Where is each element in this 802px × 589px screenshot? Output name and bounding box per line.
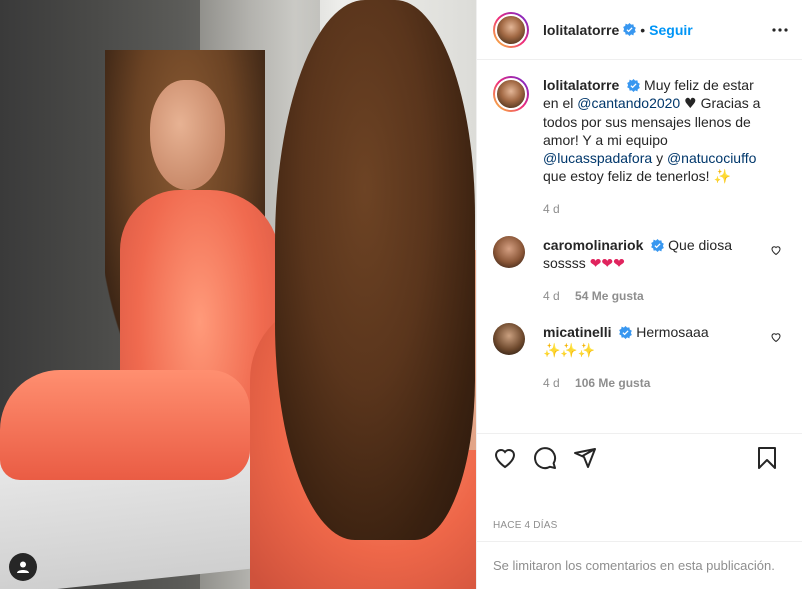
like-comment-icon[interactable]	[770, 331, 782, 343]
caption-avatar[interactable]	[493, 76, 529, 112]
comment-username[interactable]: micatinelli	[543, 324, 611, 340]
comment-time[interactable]: 4 d	[543, 376, 560, 390]
verified-badge-icon	[651, 239, 665, 252]
post-caption: lolitalatorre Muy feliz de estar en el @…	[493, 76, 786, 218]
commenter-avatar[interactable]	[493, 323, 525, 355]
like-comment-icon[interactable]	[770, 244, 782, 256]
caption-meta: 4 d	[543, 200, 773, 218]
heart-icon[interactable]	[493, 446, 517, 470]
more-options-icon[interactable]	[770, 20, 790, 40]
share-icon[interactable]	[573, 446, 597, 470]
hearts-emoji: ❤❤❤	[589, 256, 625, 272]
post-time-ago[interactable]: HACE 4 DÍAS	[493, 520, 557, 531]
separator-dot: •	[640, 21, 646, 38]
sparkles-emoji: ✨	[713, 169, 731, 185]
photo-face	[150, 80, 225, 190]
user-tag-icon[interactable]	[9, 553, 37, 581]
author-avatar[interactable]	[493, 11, 529, 48]
verified-badge-icon	[623, 23, 637, 36]
caption-username[interactable]: lolitalatorre	[543, 77, 619, 93]
comment-username[interactable]: caromolinariok	[543, 237, 643, 253]
follow-button[interactable]: Seguir	[649, 22, 693, 38]
verified-badge-icon	[627, 79, 640, 92]
comment-meta: 4 d 54 Me gusta	[543, 287, 773, 305]
comment-item: micatinelli Hermosaaa ✨✨✨ 4 d 106 Me gus…	[493, 323, 786, 392]
sparkles-emoji-row: ✨✨✨	[543, 343, 596, 359]
comment-likes[interactable]: 54 Me gusta	[575, 289, 644, 303]
photo-legs	[0, 370, 250, 480]
post-header: lolitalatorre • Seguir	[477, 0, 802, 60]
mention-link[interactable]: @cantando2020	[577, 95, 680, 111]
caption-text-3: y	[656, 150, 664, 166]
mention-link[interactable]: @lucasspadafora	[543, 150, 652, 166]
comment-icon[interactable]	[533, 446, 557, 470]
comment-likes[interactable]: 106 Me gusta	[575, 376, 650, 390]
comment-meta: 4 d 106 Me gusta	[543, 374, 773, 392]
comments-list[interactable]: lolitalatorre Muy feliz de estar en el @…	[477, 60, 802, 432]
author-username[interactable]: lolitalatorre	[543, 22, 619, 38]
comment-time[interactable]: 4 d	[543, 289, 560, 303]
mention-link[interactable]: @natucociuffo	[667, 150, 756, 166]
post-side-panel: lolitalatorre • Seguir lolitalatorre Muy…	[476, 0, 802, 589]
photo-hair	[275, 0, 475, 540]
heart-emoji: ♥	[684, 96, 697, 112]
comments-limited-notice: Se limitaron los comentarios en esta pub…	[477, 541, 802, 589]
caption-time[interactable]: 4 d	[543, 202, 560, 216]
post-photo[interactable]	[0, 0, 476, 589]
post-actions-bar	[477, 433, 802, 481]
comment-item: caromolinariok Que diosa sossss ❤❤❤ 4 d …	[493, 236, 786, 305]
verified-badge-icon	[619, 326, 633, 339]
bookmark-icon[interactable]	[755, 446, 779, 470]
commenter-avatar[interactable]	[493, 236, 525, 268]
caption-text-4: que estoy feliz de tenerlos!	[543, 168, 710, 184]
comment-text: Hermosaaa	[636, 324, 709, 340]
